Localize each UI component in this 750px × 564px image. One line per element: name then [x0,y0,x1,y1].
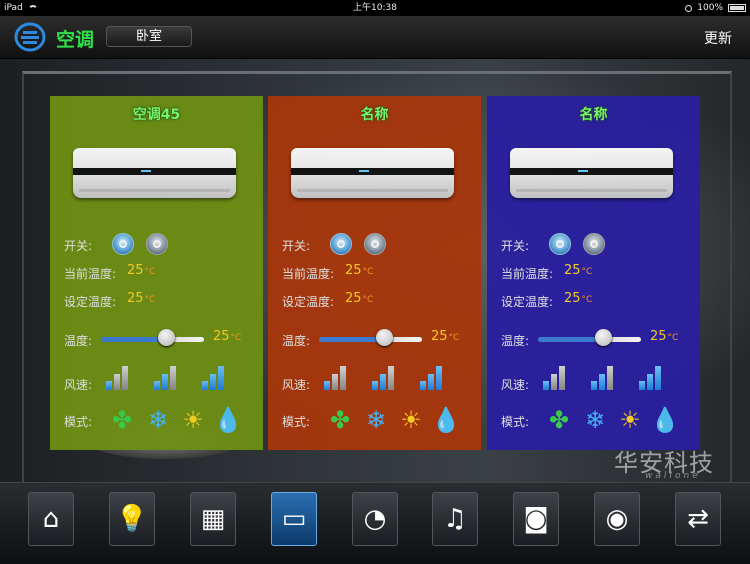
temp-slider-label: 温度: [64,334,93,348]
bottom-dock: ⌂ 💡 ▦ ▭ ◔ ♫ ◙ ◉ ⇄ [0,482,750,564]
temp-slider-label: 温度: [501,334,530,348]
fan-speed-mid-icon[interactable] [154,364,176,390]
speaker-icon[interactable]: ◉ [594,492,640,546]
dry-mode-icon[interactable]: 💧 [431,406,461,434]
fan-speed-high-icon[interactable] [202,364,224,390]
temp-slider-label: 温度: [282,334,311,348]
heat-mode-icon[interactable]: ☀ [179,406,207,434]
fan-speed-mid-icon[interactable] [372,364,394,390]
current-temp-label: 当前温度: [64,267,117,281]
slider-temp-value: 25°C [431,329,460,344]
temp-slider-knob[interactable] [157,329,175,346]
power-label: 开关: [64,239,93,253]
temp-slider-knob[interactable] [375,329,393,346]
temp-slider-knob[interactable] [594,329,612,346]
dry-mode-icon[interactable]: 💧 [213,406,243,434]
set-temp-label: 设定温度: [64,295,117,309]
heat-mode-icon[interactable]: ☀ [616,406,644,434]
power-label: 开关: [501,239,530,253]
music-icon[interactable]: ♫ [432,492,478,546]
heat-mode-icon[interactable]: ☀ [397,406,425,434]
ac-name: 名称 [360,107,389,123]
battery-percent: 100% [697,3,723,13]
fan-speed-low-icon[interactable] [106,364,128,390]
current-temp-label: 当前温度: [282,267,335,281]
air-conditioner-icon[interactable]: ▭ [271,492,317,546]
home-settings-icon[interactable]: ⌂ [28,492,74,546]
rotation-lock-icon [685,5,693,12]
dry-mode-icon[interactable]: 💧 [650,406,680,434]
cool-mode-icon[interactable]: ❄ [362,406,390,434]
current-temp-value: 25°C [564,263,593,278]
current-temp-value: 25°C [345,263,374,278]
mode-label: 模式: [64,415,93,429]
ac-panel: 名称 开关: 当前温度: 25°C 设定温度: 25°C 温度: 25°C 风速… [268,96,481,450]
fan-mode-icon[interactable]: ✤ [108,406,136,434]
air-conditioner-image [291,148,454,198]
fan-mode-icon[interactable]: ✤ [326,406,354,434]
camera-icon[interactable]: ◙ [513,492,559,546]
app-header: 空调 卧室 更新 [0,16,750,59]
current-temp-value: 25°C [127,263,156,278]
power-on-icon[interactable] [549,233,571,255]
page-title: 空调 [56,29,95,51]
fan-speed-label: 风速: [501,378,530,392]
slider-temp-value: 25°C [650,329,679,344]
clock: 上午10:38 [353,3,397,13]
fan-speed-low-icon[interactable] [543,364,565,390]
power-off-icon[interactable] [364,233,386,255]
set-temp-value: 25°C [127,291,156,306]
ac-name: 名称 [579,107,608,123]
logo-icon [14,22,46,52]
lighting-icon[interactable]: 💡 [109,492,155,546]
set-temp-label: 设定温度: [501,295,554,309]
gauge-icon[interactable]: ◔ [352,492,398,546]
status-bar: iPad 上午10:38 100% [0,0,750,16]
set-temp-label: 设定温度: [282,295,335,309]
power-off-icon[interactable] [146,233,168,255]
refresh-button[interactable]: 更新 [704,28,732,48]
fan-speed-low-icon[interactable] [324,364,346,390]
room-selector-button[interactable]: 卧室 [106,26,192,47]
air-conditioner-image [510,148,673,198]
fan-speed-high-icon[interactable] [639,364,661,390]
set-temp-value: 25°C [345,291,374,306]
power-off-icon[interactable] [583,233,605,255]
fan-speed-mid-icon[interactable] [591,364,613,390]
brand-watermark-sub: walIone [645,471,701,481]
set-temp-value: 25°C [564,291,593,306]
fan-mode-icon[interactable]: ✤ [545,406,573,434]
fan-speed-label: 风速: [64,378,93,392]
battery-icon [728,4,746,12]
temp-slider[interactable] [538,337,641,342]
current-temp-label: 当前温度: [501,267,554,281]
curtain-icon[interactable]: ▦ [190,492,236,546]
ac-panel: 名称 开关: 当前温度: 25°C 设定温度: 25°C 温度: 25°C 风速… [487,96,700,450]
ac-name: 空调45 [132,107,181,123]
cool-mode-icon[interactable]: ❄ [581,406,609,434]
switch-icon[interactable]: ⇄ [675,492,721,546]
power-label: 开关: [282,239,311,253]
power-on-icon[interactable] [330,233,352,255]
mode-label: 模式: [501,415,530,429]
air-conditioner-image [73,148,236,198]
fan-speed-high-icon[interactable] [420,364,442,390]
fan-speed-label: 风速: [282,378,311,392]
temp-slider[interactable] [319,337,422,342]
power-on-icon[interactable] [112,233,134,255]
slider-temp-value: 25°C [213,329,242,344]
temp-slider[interactable] [101,337,204,342]
cool-mode-icon[interactable]: ❄ [144,406,172,434]
mode-label: 模式: [282,415,311,429]
ac-panel: 空调45 开关: 当前温度: 25°C 设定温度: 25°C 温度: 25°C … [50,96,263,450]
